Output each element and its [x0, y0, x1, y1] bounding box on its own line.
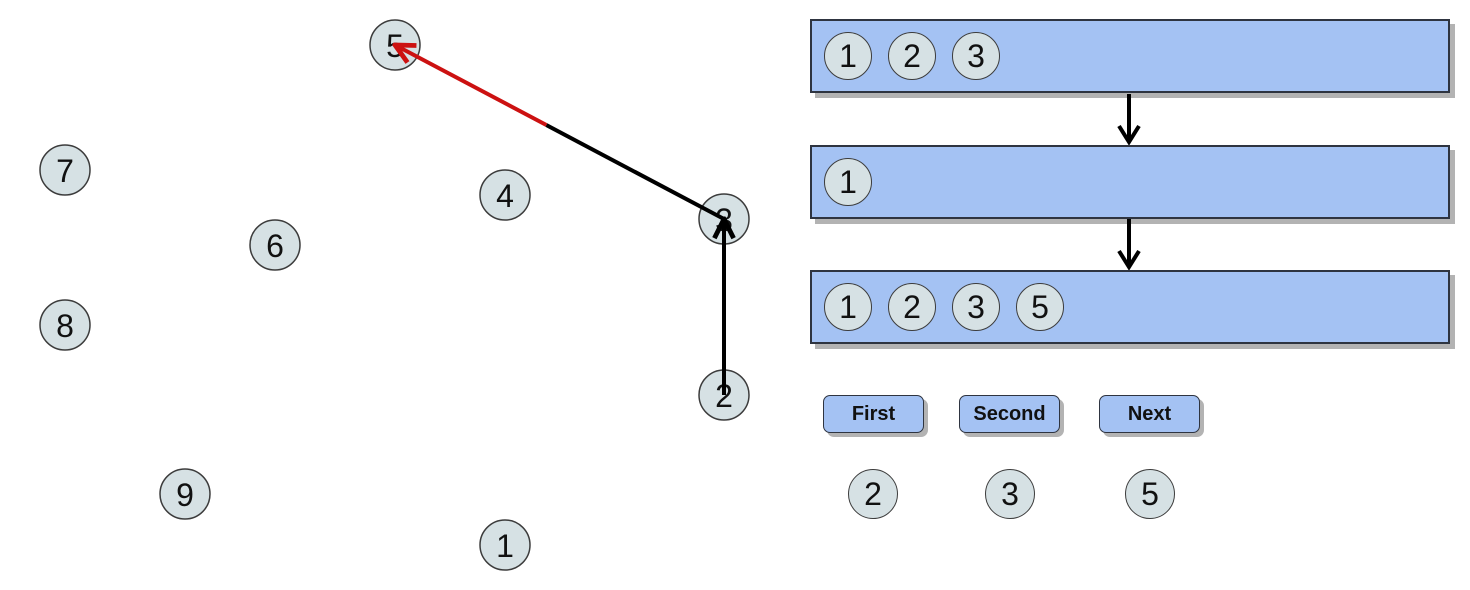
panel-visited: 123 [810, 19, 1450, 93]
arrow-down-icon [1117, 219, 1141, 271]
graph-node-8[interactable]: 8 [39, 299, 91, 351]
panel-node-chip[interactable]: 5 [1016, 283, 1064, 331]
node-label: 8 [56, 308, 74, 344]
panel-node-chip[interactable]: 1 [824, 32, 872, 80]
edge-3-5 [395, 45, 725, 221]
second-button[interactable]: Second [959, 395, 1060, 433]
panel-result: 1235 [810, 270, 1450, 344]
node-label: 9 [176, 477, 194, 513]
panel-node-chip[interactable]: 3 [952, 32, 1000, 80]
panel-node-chip[interactable]: 3 [952, 283, 1000, 331]
first-result-node: 2 [848, 469, 898, 519]
graph-node-6[interactable]: 6 [249, 219, 301, 271]
node-label: 1 [496, 528, 514, 564]
graph-node-7[interactable]: 7 [39, 144, 91, 196]
graph-node-9[interactable]: 9 [159, 468, 211, 520]
first-button[interactable]: First [823, 395, 924, 433]
panel-current: 1 [810, 145, 1450, 219]
arrow-down-icon [1117, 94, 1141, 146]
panel-node-chip[interactable]: 2 [888, 283, 936, 331]
edge-line [545, 123, 725, 221]
panel-node-chip[interactable]: 1 [824, 158, 872, 206]
node-label: 4 [496, 178, 514, 214]
nodes-layer: 123456789 [39, 19, 750, 571]
edges-layer [395, 45, 724, 395]
panel-node-chip[interactable]: 2 [888, 32, 936, 80]
node-label: 6 [266, 228, 284, 264]
next-button[interactable]: Next [1099, 395, 1200, 433]
node-label: 7 [56, 153, 74, 189]
graph-node-4[interactable]: 4 [479, 169, 531, 221]
next-result-node: 5 [1125, 469, 1175, 519]
second-result-node: 3 [985, 469, 1035, 519]
panel-node-chip[interactable]: 1 [824, 283, 872, 331]
graph-node-1[interactable]: 1 [479, 519, 531, 571]
edge-highlight-line [395, 45, 548, 127]
